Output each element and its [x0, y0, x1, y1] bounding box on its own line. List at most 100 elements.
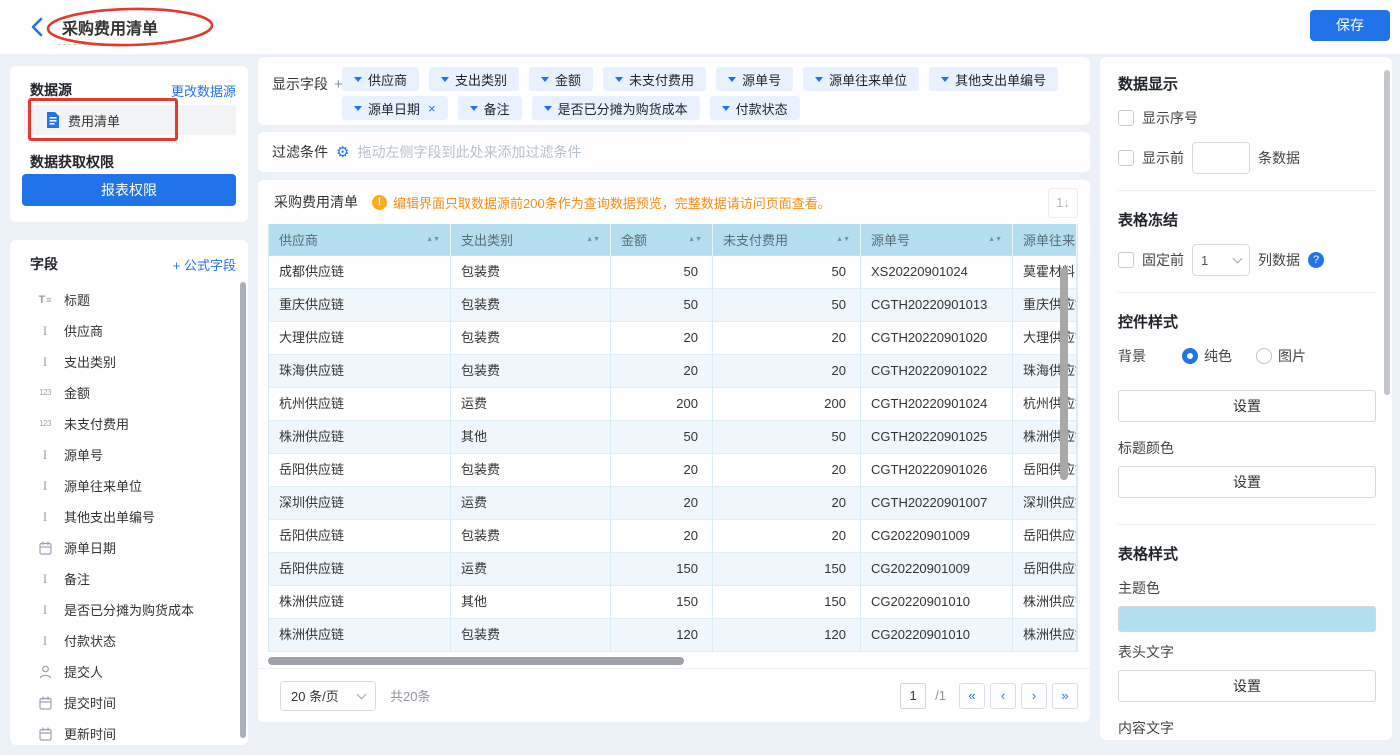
field-item[interactable]: 更新时间: [10, 718, 248, 745]
divider: [1118, 524, 1376, 525]
filter-label: 过滤条件: [272, 142, 328, 162]
page-number-input[interactable]: 1: [900, 683, 926, 709]
first-page-button[interactable]: «: [959, 683, 985, 709]
column-header[interactable]: 源单号▲▼: [861, 224, 1013, 256]
filter-placeholder: 拖动左侧字段到此处来添加过滤条件: [357, 142, 581, 162]
text-icon: I: [36, 633, 54, 649]
header-text-set-button[interactable]: 设置: [1118, 670, 1376, 702]
field-item[interactable]: 源单日期: [10, 532, 248, 563]
display-field-chip[interactable]: 其他支出单编号: [929, 67, 1058, 91]
table-cell: CGTH20220901025: [861, 421, 1013, 454]
sort-icon[interactable]: ▲▼: [426, 237, 440, 242]
content-text-label: 内容文字: [1118, 718, 1376, 738]
display-field-chip[interactable]: 支出类别: [429, 67, 519, 91]
datasource-item[interactable]: 费用清单: [24, 105, 236, 135]
background-set-button[interactable]: 设置: [1118, 390, 1376, 422]
widget-style-heading: 控件样式: [1118, 311, 1376, 332]
show-index-checkbox[interactable]: [1118, 110, 1134, 126]
field-label: 更新时间: [64, 724, 116, 743]
date-icon: [36, 727, 54, 741]
display-field-chip[interactable]: 金额: [529, 67, 593, 91]
display-field-chip[interactable]: 付款状态: [710, 96, 800, 120]
field-item[interactable]: I供应商: [10, 315, 248, 346]
show-first-checkbox[interactable]: [1118, 150, 1134, 166]
remove-icon[interactable]: ×: [428, 101, 436, 116]
data-display-heading: 数据显示: [1118, 73, 1376, 94]
prev-page-button[interactable]: ‹: [990, 683, 1016, 709]
title-icon: T≡: [36, 294, 54, 306]
fields-scrollbar[interactable]: [240, 282, 246, 738]
sort-icon[interactable]: ▲▼: [836, 237, 850, 242]
freeze-checkbox[interactable]: [1118, 252, 1134, 268]
rows-suffix-label: 条数据: [1258, 148, 1300, 168]
change-datasource-link[interactable]: 更改数据源: [171, 81, 236, 100]
field-item[interactable]: I源单往来单位: [10, 470, 248, 501]
gear-icon[interactable]: ⚙: [336, 143, 349, 161]
field-item[interactable]: 123金额: [10, 377, 248, 408]
chip-label: 源单号: [742, 70, 781, 89]
table-cell: 成都供应链: [269, 256, 451, 289]
column-header[interactable]: 金额▲▼: [611, 224, 713, 256]
help-icon[interactable]: ?: [1308, 252, 1324, 268]
sort-order-button[interactable]: 1↓: [1048, 188, 1078, 218]
field-item[interactable]: I是否已分摊为购货成本: [10, 594, 248, 625]
horizontal-scrollbar[interactable]: [268, 657, 684, 665]
display-fields-label: 显示字段+: [272, 74, 343, 94]
person-icon: [36, 665, 54, 679]
text-icon: I: [36, 571, 54, 587]
solid-color-radio[interactable]: [1182, 348, 1198, 364]
text-icon: I: [36, 509, 54, 525]
title-color-set-button[interactable]: 设置: [1118, 466, 1376, 498]
display-field-chip[interactable]: 供应商: [342, 67, 419, 91]
table-cell: CGTH20220901022: [861, 355, 1013, 388]
field-item[interactable]: 123未支付费用: [10, 408, 248, 439]
table-cell: 20: [713, 487, 861, 520]
display-field-chip[interactable]: 源单往来单位: [803, 67, 919, 91]
table-cell: 50: [713, 421, 861, 454]
field-item[interactable]: 提交时间: [10, 687, 248, 718]
display-field-chip[interactable]: 是否已分摊为购货成本: [532, 96, 700, 120]
column-header[interactable]: 源单往来单位: [1013, 224, 1077, 256]
field-item[interactable]: I源单号: [10, 439, 248, 470]
last-page-button[interactable]: »: [1052, 683, 1078, 709]
sort-icon[interactable]: ▲▼: [586, 237, 600, 242]
report-permission-button[interactable]: 报表权限: [22, 174, 236, 206]
display-field-chip[interactable]: 源单号: [716, 67, 793, 91]
rows-count-input[interactable]: [1192, 142, 1250, 174]
field-item[interactable]: I支出类别: [10, 346, 248, 377]
next-page-button[interactable]: ›: [1021, 683, 1047, 709]
sort-icon[interactable]: ▲▼: [688, 237, 702, 242]
add-formula-field-link[interactable]: + 公式字段: [173, 255, 236, 274]
freeze-columns-select[interactable]: 1: [1192, 244, 1250, 276]
display-field-chip[interactable]: 未支付费用: [603, 67, 706, 91]
field-item[interactable]: I其他支出单编号: [10, 501, 248, 532]
vertical-scrollbar[interactable]: [1060, 268, 1068, 480]
page-size-select[interactable]: 20 条/页: [280, 681, 376, 711]
settings-scrollbar[interactable]: [1384, 70, 1390, 395]
table-cell: 深圳供应链: [269, 487, 451, 520]
theme-color-swatch[interactable]: [1118, 606, 1376, 632]
display-field-chip[interactable]: 源单日期×: [342, 96, 448, 120]
field-item[interactable]: 提交人: [10, 656, 248, 687]
table-cell: 珠海供应链: [269, 355, 451, 388]
table-cell: 120: [713, 619, 861, 652]
table-cell: 包装费: [451, 454, 611, 487]
column-header[interactable]: 供应商▲▼: [269, 224, 451, 256]
field-label: 源单往来单位: [64, 476, 142, 495]
save-button[interactable]: 保存: [1310, 10, 1390, 41]
field-item[interactable]: T≡标题: [10, 284, 248, 315]
display-field-chip[interactable]: 备注: [458, 96, 522, 120]
sort-icon[interactable]: ▲▼: [988, 237, 1002, 242]
table-cell: 岳阳供应链: [269, 553, 451, 586]
column-header[interactable]: 支出类别▲▼: [451, 224, 611, 256]
column-header[interactable]: 未支付费用▲▼: [713, 224, 861, 256]
theme-color-label: 主题色: [1118, 578, 1376, 598]
back-icon[interactable]: [28, 16, 48, 38]
text-icon: I: [36, 602, 54, 618]
field-item[interactable]: I备注: [10, 563, 248, 594]
page-title[interactable]: 采购费用清单: [62, 15, 158, 39]
image-radio[interactable]: [1256, 348, 1272, 364]
chevron-down-icon: [354, 106, 362, 111]
field-item[interactable]: I付款状态: [10, 625, 248, 656]
filter-panel[interactable]: 过滤条件 ⚙ 拖动左侧字段到此处来添加过滤条件: [258, 132, 1090, 172]
